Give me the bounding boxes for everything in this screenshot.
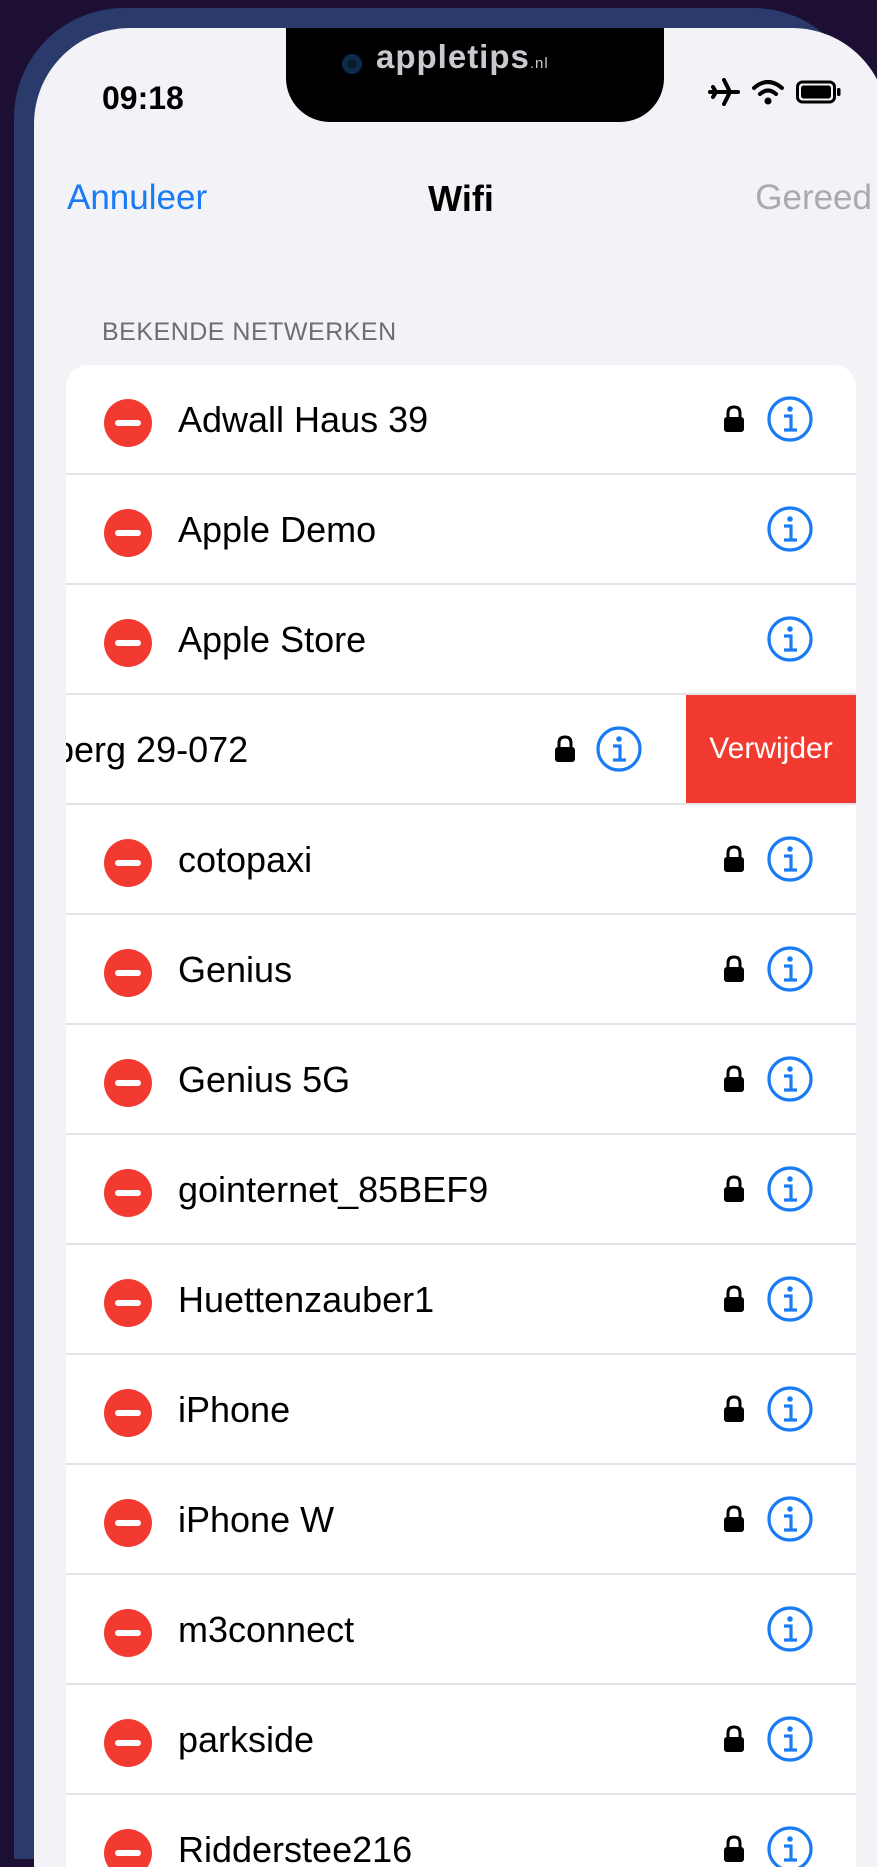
- network-name: Apple Store: [178, 619, 367, 660]
- network-row[interactable]: gointernet_85BEF9: [66, 1135, 856, 1245]
- section-header: BEKENDE NETWERKEN: [102, 318, 397, 346]
- network-name: Apple Demo: [178, 509, 377, 550]
- delete-minus-icon[interactable]: [104, 509, 152, 557]
- lock-icon: [723, 405, 745, 438]
- network-name: Genius: [178, 949, 293, 990]
- lock-icon: [723, 1285, 745, 1318]
- lock-icon: [723, 1505, 745, 1538]
- known-networks-list: Adwall Haus 39 Apple Demo Apple Store ıberg…: [66, 365, 856, 1867]
- lock-icon: [723, 955, 745, 988]
- network-row[interactable]: Adwall Haus 39: [66, 365, 856, 475]
- info-icon[interactable]: [766, 1165, 814, 1218]
- phone-frame: appletips.nl 09:18 Annuleer Wifi Gereed …: [14, 8, 877, 1867]
- delete-minus-icon[interactable]: [104, 1499, 152, 1547]
- camera-icon: [342, 54, 362, 74]
- status-time: 09:18: [102, 80, 184, 116]
- network-row[interactable]: iPhone W: [66, 1465, 856, 1575]
- delete-minus-icon[interactable]: [104, 1609, 152, 1657]
- network-name: ıberg 29-072: [66, 729, 249, 770]
- info-icon[interactable]: [595, 725, 643, 778]
- delete-button[interactable]: Verwijder: [686, 695, 856, 803]
- network-name: parkside: [178, 1719, 315, 1760]
- info-icon[interactable]: [766, 615, 814, 668]
- network-name: Huettenzauber1: [178, 1279, 435, 1320]
- info-icon[interactable]: [766, 395, 814, 448]
- lock-icon: [723, 845, 745, 878]
- notch: appletips.nl: [286, 28, 664, 122]
- delete-minus-icon[interactable]: [104, 1169, 152, 1217]
- network-name: Ridderstee216: [178, 1829, 413, 1867]
- network-row[interactable]: Ridderstee216: [66, 1795, 856, 1867]
- delete-minus-icon[interactable]: [104, 619, 152, 667]
- info-icon[interactable]: [766, 1495, 814, 1548]
- lock-icon: [723, 1725, 745, 1758]
- page-title: Wifi: [428, 178, 494, 219]
- status-icons: [708, 78, 842, 106]
- battery-icon: [796, 80, 841, 104]
- info-icon[interactable]: [766, 1055, 814, 1108]
- info-icon[interactable]: [766, 945, 814, 998]
- network-row[interactable]: cotopaxi: [66, 805, 856, 915]
- lock-icon: [723, 1175, 745, 1208]
- lock-icon: [723, 1835, 745, 1867]
- network-row[interactable]: Apple Store: [66, 585, 856, 695]
- network-row[interactable]: m3connect: [66, 1575, 856, 1685]
- brand-watermark: appletips.nl: [376, 38, 549, 75]
- info-icon[interactable]: [766, 835, 814, 888]
- wifi-icon: [752, 80, 784, 105]
- info-icon[interactable]: [766, 1825, 814, 1867]
- network-name: Adwall Haus 39: [178, 399, 429, 440]
- network-row[interactable]: Genius: [66, 915, 856, 1025]
- network-name: gointernet_85BEF9: [178, 1169, 489, 1210]
- airplane-icon: [708, 78, 740, 106]
- info-icon[interactable]: [766, 505, 814, 558]
- network-row[interactable]: Genius 5G: [66, 1025, 856, 1135]
- delete-minus-icon[interactable]: [104, 1059, 152, 1107]
- delete-minus-icon[interactable]: [104, 1389, 152, 1437]
- lock-icon: [554, 735, 576, 768]
- delete-minus-icon[interactable]: [104, 839, 152, 887]
- delete-minus-icon[interactable]: [104, 1279, 152, 1327]
- lock-icon: [723, 1065, 745, 1098]
- done-button[interactable]: Gereed: [755, 178, 872, 218]
- info-icon[interactable]: [766, 1385, 814, 1438]
- network-name: cotopaxi: [178, 839, 313, 880]
- network-row[interactable]: ıberg 29-072 Verwijder: [66, 695, 856, 805]
- network-row[interactable]: iPhone: [66, 1355, 856, 1465]
- delete-minus-icon[interactable]: [104, 399, 152, 447]
- delete-minus-icon[interactable]: [104, 1719, 152, 1767]
- network-row[interactable]: Apple Demo: [66, 475, 856, 585]
- network-row[interactable]: Huettenzauber1: [66, 1245, 856, 1355]
- info-icon[interactable]: [766, 1275, 814, 1328]
- lock-icon: [723, 1395, 745, 1428]
- info-icon[interactable]: [766, 1715, 814, 1768]
- network-name: m3connect: [178, 1609, 355, 1650]
- network-name: iPhone W: [178, 1499, 335, 1540]
- delete-minus-icon[interactable]: [104, 1829, 152, 1867]
- network-name: iPhone: [178, 1389, 291, 1430]
- network-name: Genius 5G: [178, 1059, 351, 1100]
- screen: appletips.nl 09:18 Annuleer Wifi Gereed …: [34, 28, 877, 1867]
- info-icon[interactable]: [766, 1605, 814, 1658]
- network-row[interactable]: parkside: [66, 1685, 856, 1795]
- delete-minus-icon[interactable]: [104, 949, 152, 997]
